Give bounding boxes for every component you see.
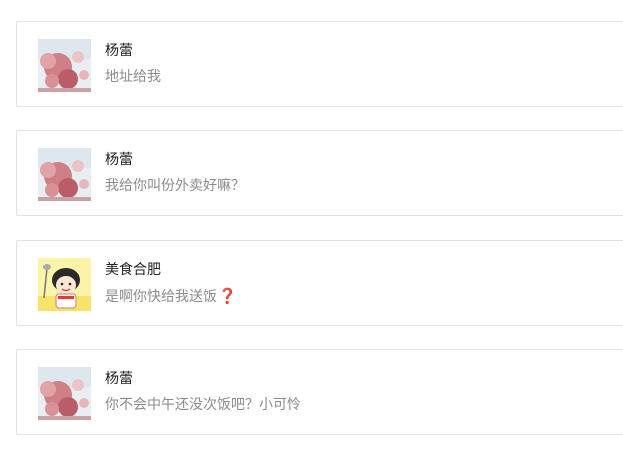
sender-name: 杨蕾	[105, 152, 133, 168]
cherry-blossom-avatar[interactable]	[38, 148, 91, 201]
sender-name: 杨蕾	[105, 43, 133, 59]
sender-name: 美食合肥	[105, 262, 161, 278]
message-card[interactable]: 杨蕾 地址给我	[16, 21, 623, 107]
sender-name: 杨蕾	[105, 371, 133, 387]
message-text: 你不会中午还没次饭吧？小可怜	[105, 397, 301, 413]
cherry-blossom-avatar[interactable]	[38, 367, 91, 420]
cartoon-girl-avatar[interactable]	[38, 258, 91, 311]
message-card[interactable]: 美食合肥 是啊你快给我送饭❓	[16, 240, 623, 326]
message-text: 我给你叫份外卖好嘛？	[105, 178, 245, 194]
message-card[interactable]: 杨蕾 我给你叫份外卖好嘛？	[16, 130, 623, 216]
message-text: 是啊你快给我送饭❓	[105, 286, 237, 307]
message-text: 地址给我	[105, 69, 161, 85]
question-mark-emoji-icon: ❓	[218, 287, 237, 305]
message-text-body: 是啊你快给我送饭	[105, 289, 217, 305]
message-card[interactable]: 杨蕾 你不会中午还没次饭吧？小可怜	[16, 349, 623, 435]
cherry-blossom-avatar[interactable]	[38, 39, 91, 92]
